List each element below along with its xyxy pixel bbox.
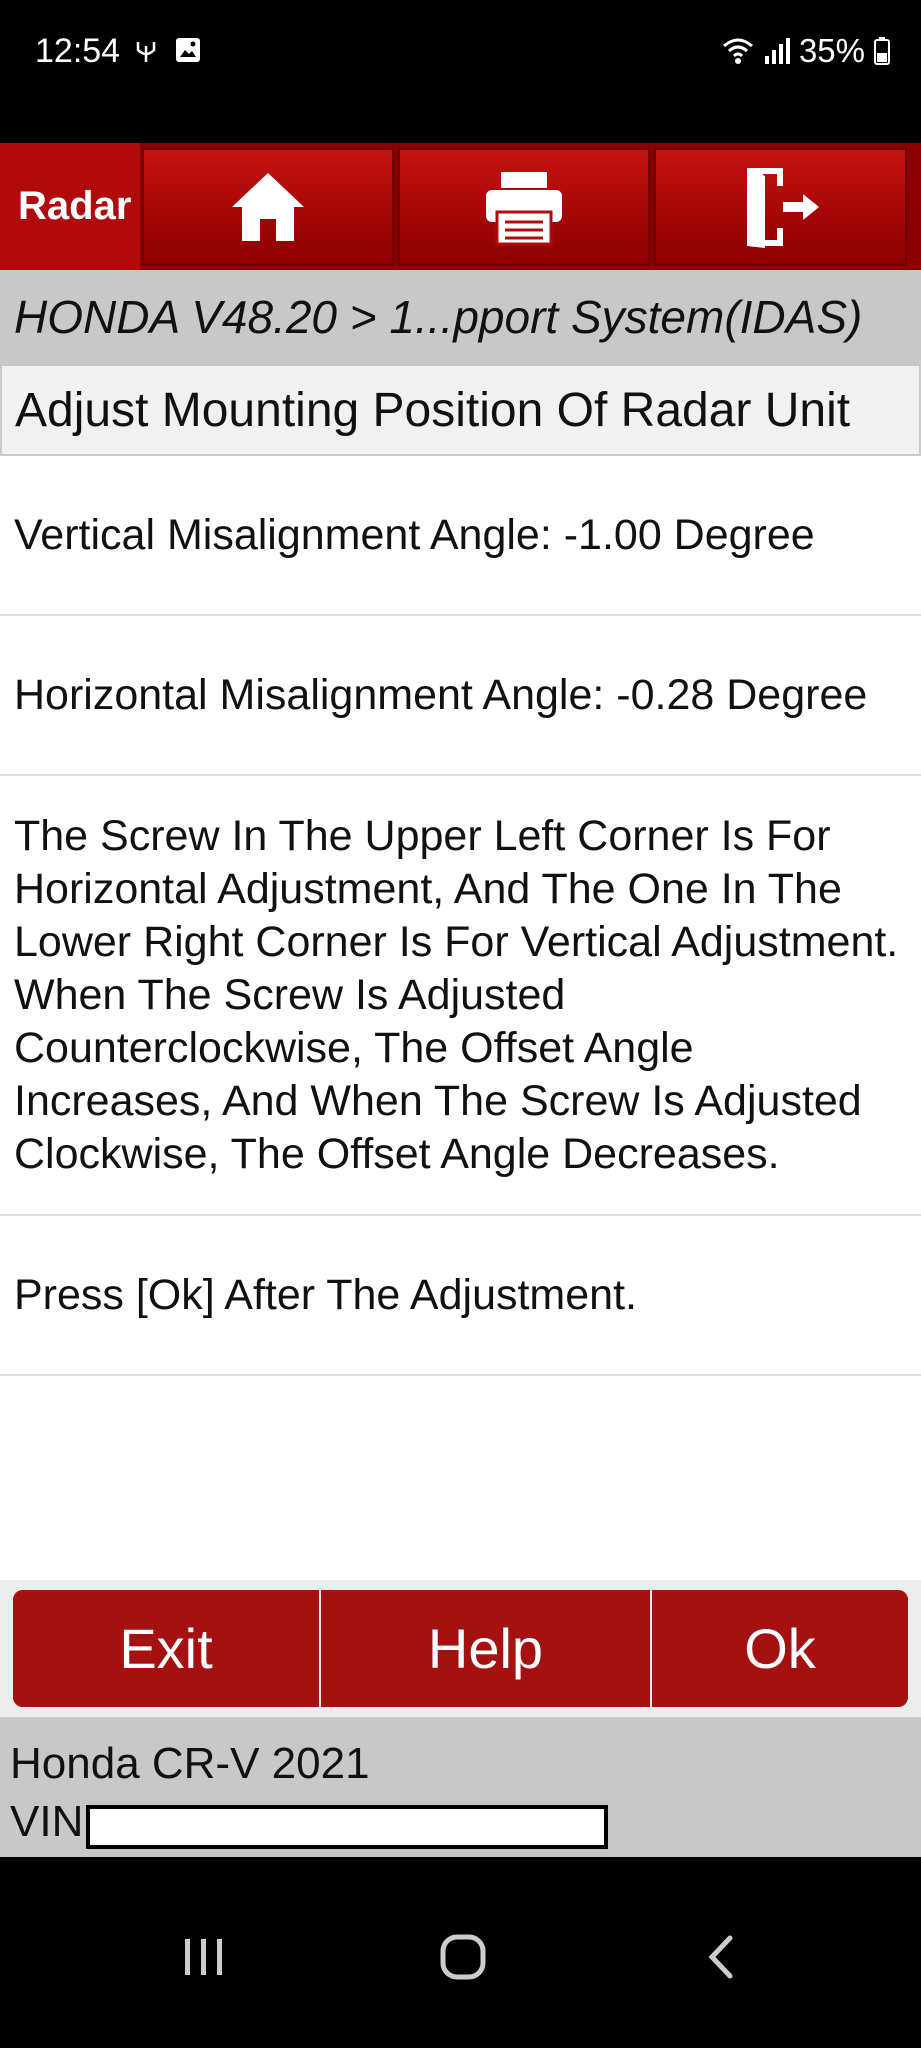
print-button[interactable] xyxy=(398,148,650,266)
signal-icon xyxy=(764,38,790,64)
battery-percent: 35% xyxy=(798,32,865,69)
print-icon xyxy=(486,172,562,246)
vertical-angle-row: Vertical Misalignment Angle: -1.00 Degre… xyxy=(0,456,921,616)
battery-icon xyxy=(874,37,890,65)
breadcrumb: HONDA V48.20 > 1...pport System(IDAS) xyxy=(0,270,921,364)
exit-app-button[interactable] xyxy=(654,148,907,266)
home-icon xyxy=(232,173,304,241)
toolbar: Radar xyxy=(0,143,921,270)
usb-debug-icon xyxy=(136,42,156,62)
recent-apps-icon xyxy=(185,1939,222,1975)
system-home-button[interactable] xyxy=(423,1917,503,1997)
vin-label: VIN xyxy=(10,1797,84,1846)
action-bar: Exit Help Ok xyxy=(0,1580,921,1717)
page-title: Adjust Mounting Position Of Radar Unit xyxy=(0,364,921,456)
help-button[interactable]: Help xyxy=(321,1590,652,1707)
action-buttons: Exit Help Ok xyxy=(13,1590,908,1707)
status-time: 12:54 xyxy=(35,32,121,70)
system-nav-bar xyxy=(0,1857,921,2048)
gallery-icon xyxy=(176,38,200,62)
press-ok-text: Press [Ok] After The Adjustment. xyxy=(0,1216,921,1376)
ok-button[interactable]: Ok xyxy=(652,1590,908,1707)
recent-apps-button[interactable] xyxy=(164,1917,244,1997)
home-button[interactable] xyxy=(142,148,394,266)
exit-door-icon xyxy=(746,168,819,248)
system-home-icon xyxy=(440,1934,486,1980)
exit-button[interactable]: Exit xyxy=(13,1590,321,1707)
content-area: Vertical Misalignment Angle: -1.00 Degre… xyxy=(0,456,921,1580)
vehicle-name: Honda CR-V 2021 xyxy=(10,1739,370,1788)
status-right: 35% xyxy=(721,32,891,70)
instructions-text: The Screw In The Upper Left Corner Is Fo… xyxy=(0,776,921,1216)
wifi-icon xyxy=(722,38,753,64)
toolbar-title: Radar xyxy=(0,143,140,270)
status-left-icons xyxy=(132,36,202,64)
vin-value-box xyxy=(86,1805,608,1849)
back-icon xyxy=(708,1935,733,1979)
back-button[interactable] xyxy=(680,1917,760,1997)
status-bar: 12:54 35% xyxy=(0,0,921,143)
horizontal-angle-row: Horizontal Misalignment Angle: -0.28 Deg… xyxy=(0,616,921,776)
vehicle-info: Honda CR-V 2021 VIN xyxy=(0,1717,921,1857)
